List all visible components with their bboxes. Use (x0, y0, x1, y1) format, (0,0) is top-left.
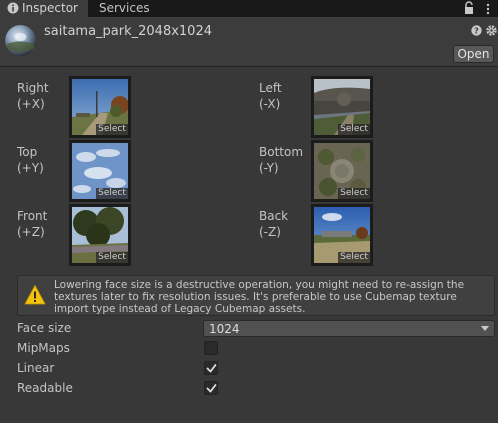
warning-icon (24, 285, 46, 305)
face-label-right: Right (+X) (17, 81, 49, 111)
face-size-value: 1024 (209, 322, 240, 336)
face-size-label: Face size (17, 321, 72, 335)
svg-text:?: ? (474, 27, 479, 36)
select-button-left[interactable]: Select (338, 124, 370, 135)
open-button[interactable]: Open (453, 45, 494, 63)
cubemap-asset-icon (5, 25, 36, 56)
face-slot-left[interactable]: Select (311, 76, 373, 138)
face-slot-right[interactable]: Select (69, 76, 131, 138)
face-size-dropdown[interactable]: 1024 (203, 320, 495, 337)
select-button-back[interactable]: Select (338, 252, 370, 263)
select-button-right[interactable]: Select (96, 124, 128, 135)
mipmaps-checkbox[interactable] (204, 341, 218, 355)
face-label-bottom: Bottom (-Y) (259, 145, 304, 175)
readable-label: Readable (17, 381, 73, 395)
gear-icon[interactable] (486, 25, 497, 36)
face-label-front: Front (+Z) (17, 209, 48, 239)
tab-inspector[interactable]: Inspector (0, 0, 88, 17)
asset-title: saitama_park_2048x1024 (44, 24, 212, 39)
kebab-menu-icon[interactable] (484, 3, 492, 15)
checkmark-icon (206, 364, 217, 373)
info-icon (7, 2, 19, 14)
face-slot-top[interactable]: Select (69, 140, 131, 202)
inspector-header: saitama_park_2048x1024 ? Open (0, 17, 498, 67)
chevron-down-icon (481, 326, 489, 331)
face-slot-front[interactable]: Select (69, 204, 131, 266)
select-button-top[interactable]: Select (96, 188, 128, 199)
face-label-top: Top (+Y) (17, 145, 44, 175)
face-slot-bottom[interactable]: Select (311, 140, 373, 202)
face-label-left: Left (-X) (259, 81, 282, 111)
face-slot-back[interactable]: Select (311, 204, 373, 266)
tab-bar: Inspector Services (0, 0, 498, 17)
checkmark-icon (206, 384, 217, 393)
mipmaps-label: MipMaps (17, 341, 70, 355)
help-icon[interactable]: ? (471, 25, 482, 36)
warning-message: Lowering face size is a destructive oper… (54, 279, 465, 315)
face-label-back: Back (-Z) (259, 209, 289, 239)
warning-help-box: Lowering face size is a destructive oper… (17, 275, 495, 316)
tab-inspector-label: Inspector (22, 1, 78, 15)
select-button-bottom[interactable]: Select (338, 188, 370, 199)
linear-checkbox[interactable] (204, 361, 218, 375)
select-button-front[interactable]: Select (96, 252, 128, 263)
readable-checkbox[interactable] (204, 381, 218, 395)
linear-label: Linear (17, 361, 55, 375)
tab-services-label: Services (99, 1, 150, 15)
lock-icon[interactable] (463, 1, 475, 15)
tab-services[interactable]: Services (89, 0, 159, 17)
